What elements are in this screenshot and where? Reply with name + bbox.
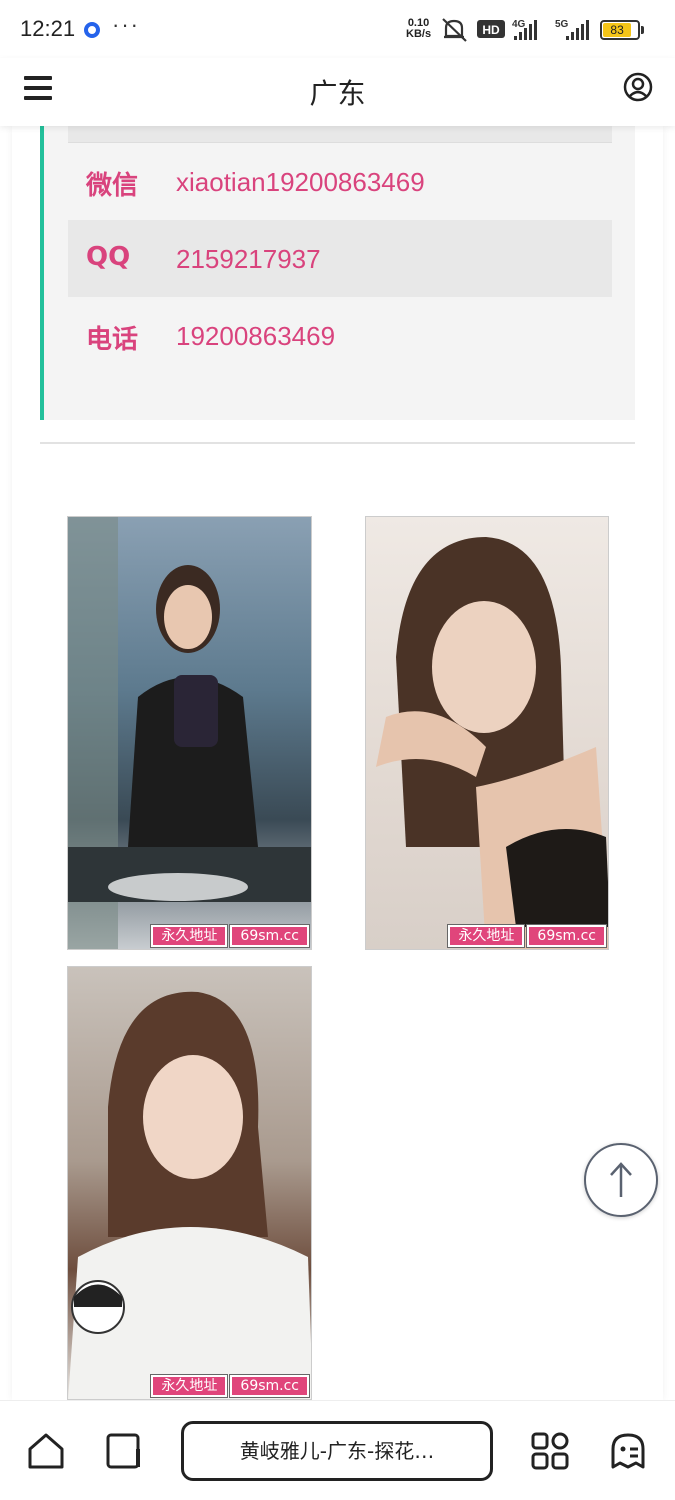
info-row-partial [68, 126, 612, 143]
ghost-icon[interactable] [608, 1431, 648, 1471]
content-area: 微信 xiaotian19200863469 QQ 2159217937 电话 … [12, 126, 663, 1400]
photo-2[interactable]: 永久地址 69sm.cc [365, 516, 609, 950]
contact-info-card: 微信 xiaotian19200863469 QQ 2159217937 电话 … [40, 126, 635, 420]
status-icons: HD 4G 5G [442, 18, 589, 42]
signal-5g-icon: 5G [555, 19, 589, 40]
battery-icon: 83 [600, 20, 640, 40]
info-row-phone: 电话 19200863469 [68, 297, 612, 374]
network-speed-unit: KB/s [406, 28, 432, 40]
wechat-value[interactable]: xiaotian19200863469 [176, 167, 425, 198]
network-speed: 0.10 KB/s [406, 18, 431, 40]
phone-value[interactable]: 19200863469 [176, 321, 335, 352]
arrow-up-icon [610, 1162, 632, 1197]
info-row-qq: QQ 2159217937 [68, 220, 612, 297]
url-bar[interactable]: 黄岐雅儿-广东-探花… [181, 1421, 493, 1481]
hd-icon: HD [477, 20, 505, 38]
battery-level: 83 [603, 23, 632, 37]
signal-4g-icon: 4G [512, 19, 537, 40]
watermark: 永久地址 69sm.cc [150, 924, 310, 948]
watermark-left: 永久地址 [150, 924, 229, 948]
signal-5g-label: 5G [555, 19, 569, 30]
hd-label: HD [482, 23, 500, 37]
photo-1[interactable]: 永久地址 69sm.cc [67, 516, 312, 950]
qq-label: QQ [86, 242, 131, 272]
photo-2-image [376, 537, 608, 949]
bell-muted-icon [442, 18, 467, 42]
apps-icon[interactable] [530, 1431, 570, 1471]
app-header: 广东 [0, 58, 675, 126]
home-icon[interactable] [26, 1431, 66, 1471]
browser-bottom-bar: 黄岐雅儿-广东-探花… [0, 1400, 675, 1500]
tabs-icon[interactable] [104, 1431, 144, 1471]
watermark-left: 永久地址 [447, 924, 526, 948]
watermark-left: 永久地址 [150, 1374, 229, 1398]
watermark: 永久地址 69sm.cc [150, 1374, 310, 1398]
wechat-label: 微信 [86, 171, 139, 201]
watermark-right: 69sm.cc [229, 924, 310, 948]
watermark-right: 69sm.cc [526, 924, 607, 948]
photo-1-image [68, 517, 311, 949]
status-more-icon: ··· [112, 12, 140, 37]
status-time: 12:21 [20, 16, 76, 41]
photo-3[interactable]: 永久地址 69sm.cc [67, 966, 312, 1400]
status-bar: 12:21 ··· 0.10 KB/s HD 4G 5G 83 [0, 0, 675, 58]
watermark: 永久地址 69sm.cc [447, 924, 607, 948]
watermark-right: 69sm.cc [229, 1374, 310, 1398]
divider [40, 442, 635, 444]
back-to-top-button[interactable] [584, 1143, 658, 1217]
info-row-wechat: 微信 xiaotian19200863469 [68, 143, 612, 220]
phone-label: 电话 [86, 325, 139, 355]
qq-value[interactable]: 2159217937 [176, 244, 321, 275]
battery-tip [641, 26, 644, 34]
notification-dot-icon [84, 22, 100, 38]
photo-3-image [68, 991, 311, 1399]
signal-4g-label: 4G [512, 19, 526, 30]
user-circle-icon[interactable] [623, 72, 653, 102]
page-title: 广东 [309, 77, 366, 110]
